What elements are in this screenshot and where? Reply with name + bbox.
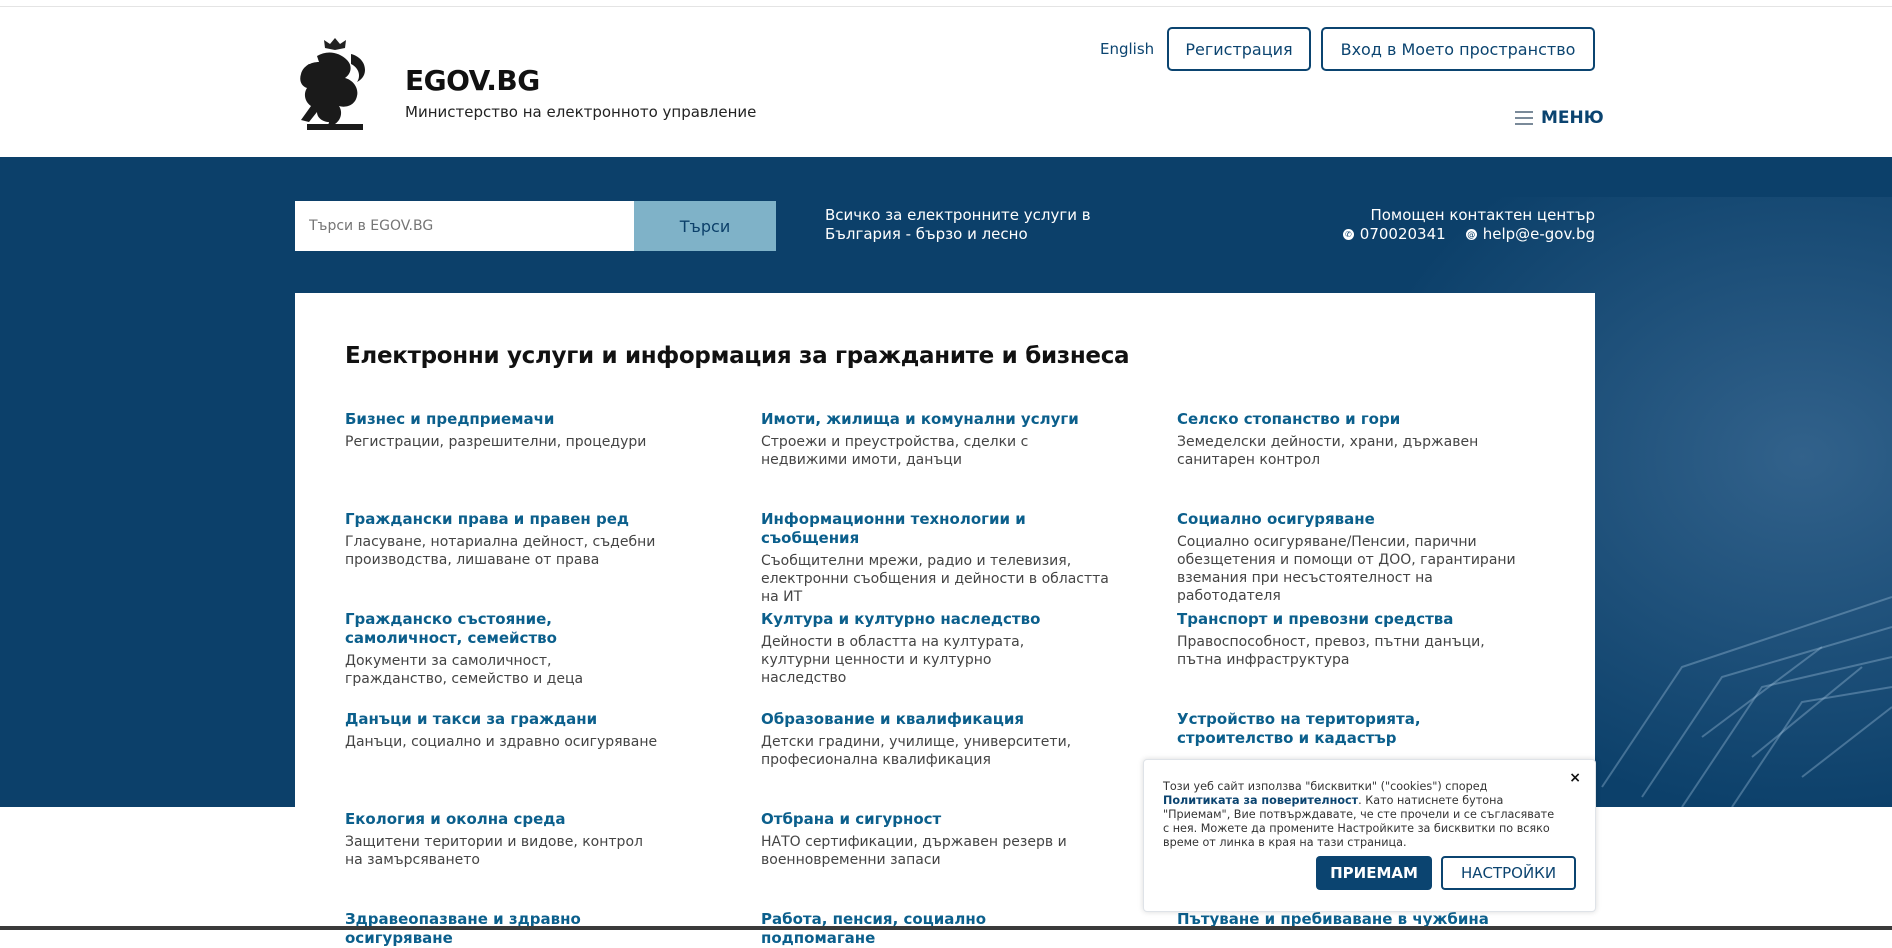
service-item: Устройство на територията, строителство … [1177, 710, 1517, 748]
service-item: Гражданско състояние, самоличност, семей… [345, 610, 645, 688]
service-link[interactable]: Селско стопанство и гори [1177, 410, 1497, 429]
bottom-bar [0, 926, 1892, 930]
service-item: Социално осигуряване Социално осигуряван… [1177, 510, 1527, 605]
contact-center-title: Помощен контактен център [1370, 206, 1595, 224]
service-description: Данъци, социално и здравно осигуряване [345, 734, 658, 750]
service-link[interactable]: Имоти, жилища и комунални услуги [761, 410, 1111, 429]
service-link[interactable]: Отбрана и сигурност [761, 810, 1081, 829]
service-item: Отбрана и сигурност НАТО сертификации, д… [761, 810, 1081, 869]
page-title: Електронни услуги и информация за гражда… [345, 343, 1130, 369]
service-description: Документи за самоличност, гражданство, с… [345, 653, 584, 687]
service-description: Регистрации, разрешителни, процедури [345, 434, 647, 450]
site-header: EGOV.BG Министерство на електронното упр… [0, 0, 1892, 157]
contact-email[interactable]: help@e-gov.bg [1483, 225, 1595, 243]
search-input[interactable] [295, 201, 634, 251]
service-item: Имоти, жилища и комунални услуги Строежи… [761, 410, 1111, 469]
service-description: Детски градини, училище, университети, п… [761, 734, 1072, 768]
service-item: Транспорт и превозни средства Правоспосо… [1177, 610, 1517, 669]
service-link[interactable]: Информационни технологии и съобщения [761, 510, 1111, 548]
service-item: Бизнес и предприемачи Регистрации, разре… [345, 410, 665, 451]
service-item: Граждански права и правен ред Гласуване,… [345, 510, 665, 569]
language-link-english[interactable]: English [1100, 40, 1154, 58]
service-link[interactable]: Данъци и такси за граждани [345, 710, 665, 729]
contact-phone[interactable]: 070020341 [1360, 225, 1446, 243]
service-item: Екология и околна среда Защитени територ… [345, 810, 665, 869]
service-description: Земеделски дейности, храни, държавен сан… [1177, 434, 1479, 468]
contact-info: ✆ 070020341 @ help@e-gov.bg [1342, 225, 1595, 243]
service-link[interactable]: Устройство на територията, строителство … [1177, 710, 1517, 748]
service-description: Дейности в областта на културата, култур… [761, 634, 1025, 686]
email-icon: @ [1465, 228, 1477, 240]
close-icon[interactable]: × [1569, 770, 1581, 786]
service-description: Социално осигуряване/Пенсии, парични обе… [1177, 534, 1516, 604]
service-link[interactable]: Граждански права и правен ред [345, 510, 665, 529]
coat-of-arms-logo[interactable] [295, 34, 375, 134]
service-description: НАТО сертификации, държавен резерв и вое… [761, 834, 1067, 868]
service-item: Култура и културно наследство Дейности в… [761, 610, 1081, 687]
login-button[interactable]: Вход в Моето пространство [1321, 27, 1595, 71]
menu-button[interactable]: МЕНЮ [1515, 108, 1604, 128]
service-description: Строежи и преустройства, сделки с недвиж… [761, 434, 1029, 468]
service-description: Правоспособност, превоз, пътни данъци, п… [1177, 634, 1485, 668]
service-link[interactable]: Гражданско състояние, самоличност, семей… [345, 610, 645, 648]
accept-cookies-button[interactable]: ПРИЕМАМ [1316, 856, 1432, 890]
hero-tagline: Всичко за електронните услуги в България… [825, 206, 1091, 243]
top-divider [0, 6, 1892, 7]
service-link[interactable]: Социално осигуряване [1177, 510, 1527, 529]
service-item: Данъци и такси за граждани Данъци, социа… [345, 710, 665, 751]
service-description: Гласуване, нотариална дейност, съдебни п… [345, 534, 656, 568]
service-description: Защитени територии и видове, контрол на … [345, 834, 643, 868]
brand-title[interactable]: EGOV.BG [405, 64, 540, 97]
service-description: Съобщителни мрежи, радио и телевизия, ел… [761, 553, 1109, 605]
privacy-policy-link[interactable]: Политиката за поверителност [1163, 794, 1358, 807]
cookie-text-start: Този уеб сайт използва "бисквитки" ("coo… [1163, 780, 1488, 793]
brand-subtitle: Министерство на електронното управление [405, 103, 757, 121]
register-button[interactable]: Регистрация [1167, 27, 1311, 71]
cookie-message: Този уеб сайт използва "бисквитки" ("coo… [1163, 780, 1563, 850]
hamburger-icon [1515, 111, 1533, 125]
service-link[interactable]: Екология и околна среда [345, 810, 665, 829]
cookie-settings-button[interactable]: НАСТРОЙКИ [1441, 856, 1576, 890]
service-link[interactable]: Образование и квалификация [761, 710, 1081, 729]
service-link[interactable]: Култура и културно наследство [761, 610, 1081, 629]
cookie-consent-dialog: × Този уеб сайт използва "бисквитки" ("c… [1143, 759, 1596, 912]
service-link[interactable]: Транспорт и превозни средства [1177, 610, 1517, 629]
service-item: Информационни технологии и съобщения Съо… [761, 510, 1111, 606]
search-button[interactable]: Търси [634, 201, 776, 251]
menu-label: МЕНЮ [1541, 108, 1604, 128]
service-item: Селско стопанство и гори Земеделски дейн… [1177, 410, 1497, 469]
keyboard-background-graphic [1601, 596, 1892, 807]
service-item: Образование и квалификация Детски градин… [761, 710, 1081, 769]
service-link[interactable]: Бизнес и предприемачи [345, 410, 665, 429]
phone-icon: ✆ [1342, 228, 1354, 240]
